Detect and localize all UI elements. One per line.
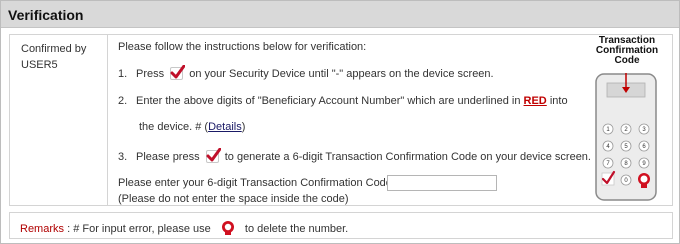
step-2: 2. Enter the above digits of "Beneficiary…	[118, 95, 568, 107]
details-link[interactable]: Details	[208, 121, 242, 133]
step-2-line2-before: the device. # (	[139, 121, 209, 133]
confirmed-by-text: Confirmed by USER5	[21, 43, 87, 71]
panel-header: Verification	[1, 1, 679, 28]
step-2-line-2: the device. # (Details)	[139, 121, 245, 133]
instructions-intro: Please follow the instructions below for…	[118, 41, 367, 53]
confirmation-code-input[interactable]	[387, 175, 497, 191]
panel-title: Verification	[8, 7, 84, 23]
step-2-text-before: Enter the above digits of "Beneficiary A…	[136, 95, 521, 107]
remarks-text-after: to delete the number.	[244, 223, 349, 235]
step-1-text-after: on your Security Device until "-" appear…	[189, 68, 494, 80]
verification-panel: Verification Confirmed by USER5 Please f…	[0, 0, 680, 244]
remarks-text: Remarks : # For input error, please use …	[20, 220, 348, 236]
step-3-text-after: to generate a 6-digit Transaction Confir…	[224, 151, 591, 163]
remarks-text-before: : # For input error, please use	[67, 223, 211, 235]
code-field-label: Please enter your 6-digit Transaction Co…	[118, 177, 392, 189]
step-2-text-after: into	[549, 95, 568, 107]
step-3-text-before: Please press	[136, 151, 200, 163]
step-3-number: 3.	[118, 151, 128, 163]
confirmed-by-cell: Confirmed by USER5	[10, 35, 108, 205]
delete-key-icon	[221, 221, 234, 235]
device-title: Transaction Confirmation Code	[595, 35, 659, 66]
code-field-note: (Please do not enter the space inside th…	[118, 193, 349, 205]
step-1-text-before: Press	[136, 68, 165, 80]
remarks-label: Remarks	[20, 223, 65, 235]
step-2-line2-after: )	[241, 121, 246, 133]
step-1: 1. Press on your Security Device until "-…	[118, 65, 494, 80]
verification-body: Confirmed by USER5 Please follow the ins…	[9, 34, 673, 206]
step-1-number: 1.	[118, 68, 128, 80]
step-3: 3. Please press to generate a 6-digit Tra…	[118, 148, 591, 163]
security-device-icon: 1 2 3 4 5 6 7 8 9 0	[595, 73, 657, 201]
checkmark-key-icon	[205, 148, 221, 163]
step-2-number: 2.	[118, 95, 128, 107]
checkmark-key-icon	[170, 65, 186, 80]
red-keyword: RED	[523, 95, 547, 107]
remarks-bar: Remarks : # For input error, please use …	[9, 212, 673, 239]
